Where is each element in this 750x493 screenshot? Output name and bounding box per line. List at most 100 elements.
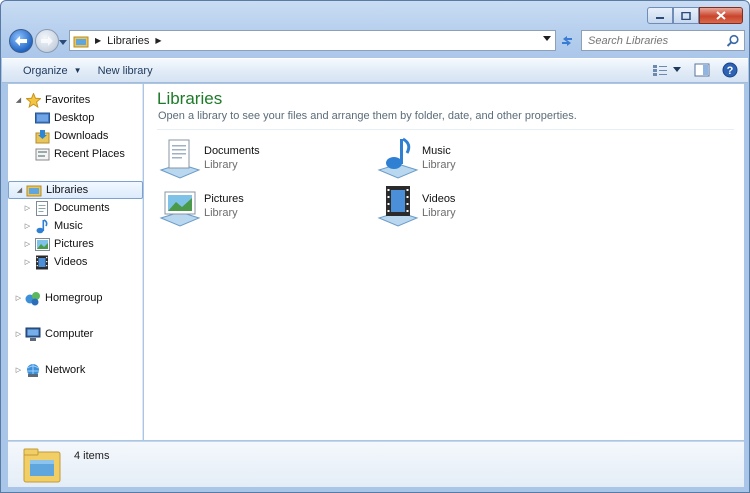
recent-pages-dropdown[interactable] xyxy=(59,37,67,49)
expanded-arrow-icon[interactable]: ◢ xyxy=(14,96,23,104)
forward-arrow-icon xyxy=(41,36,53,46)
collapsed-arrow-icon[interactable]: ▷ xyxy=(14,366,23,374)
library-item-videos[interactable]: Videos Library xyxy=(376,184,576,228)
computer-icon xyxy=(25,326,41,342)
documents-icon xyxy=(34,200,50,216)
content-pane: Libraries Open a library to see your fil… xyxy=(144,84,744,440)
library-item-music[interactable]: Music Library xyxy=(376,136,576,180)
change-view-button[interactable] xyxy=(652,63,682,77)
help-icon: ? xyxy=(722,62,738,78)
nav-music[interactable]: ▷ Music xyxy=(23,217,83,235)
library-item-documents[interactable]: Documents Library xyxy=(158,136,358,180)
nav-libraries-label: Libraries xyxy=(46,184,89,196)
view-list-icon xyxy=(653,65,667,76)
search-box[interactable] xyxy=(581,30,745,51)
address-row: ▶ Libraries ▶ xyxy=(7,27,745,55)
star-icon xyxy=(25,92,41,108)
details-pane: 4 items xyxy=(8,441,744,487)
organize-button[interactable]: Organize ▼ xyxy=(15,60,90,82)
page-subtitle: Open a library to see your files and arr… xyxy=(158,110,577,122)
nav-libraries[interactable]: ◢ Libraries xyxy=(8,181,143,199)
desktop-icon xyxy=(34,110,50,126)
library-name: Videos xyxy=(422,193,456,205)
preview-pane-button[interactable] xyxy=(694,63,710,77)
caption-buttons xyxy=(647,7,743,24)
close-button[interactable] xyxy=(699,7,743,24)
svg-text:?: ? xyxy=(727,65,734,77)
command-bar: Organize ▼ New library ? xyxy=(2,58,748,83)
nav-pictures-label: Pictures xyxy=(54,238,94,250)
new-library-button[interactable]: New library xyxy=(90,60,161,82)
breadcrumb-separator[interactable]: ▶ xyxy=(155,36,161,45)
library-name: Documents xyxy=(204,145,260,157)
help-button[interactable]: ? xyxy=(722,62,738,78)
forward-button[interactable] xyxy=(35,29,59,53)
videos-icon xyxy=(34,254,50,270)
back-button[interactable] xyxy=(9,29,33,53)
libraries-folder-icon xyxy=(73,36,89,47)
homegroup-icon xyxy=(25,290,41,306)
preview-pane-icon xyxy=(694,63,710,77)
collapsed-arrow-icon[interactable]: ▷ xyxy=(23,258,32,266)
nav-recent-places-label: Recent Places xyxy=(54,148,125,160)
address-history-chevron-icon[interactable] xyxy=(543,36,551,42)
music-icon xyxy=(34,218,50,234)
nav-favorites[interactable]: ◢ Favorites xyxy=(14,91,90,109)
item-count: 4 items xyxy=(74,450,110,462)
music-library-icon xyxy=(377,137,419,179)
nav-music-label: Music xyxy=(54,220,83,232)
library-type: Library xyxy=(204,159,238,171)
divider xyxy=(157,129,734,130)
maximize-button[interactable] xyxy=(673,7,699,24)
nav-homegroup[interactable]: ▷ Homegroup xyxy=(14,289,102,307)
refresh-button[interactable] xyxy=(557,30,577,51)
nav-downloads-label: Downloads xyxy=(54,130,109,142)
libraries-folder-icon xyxy=(23,448,61,483)
collapsed-arrow-icon[interactable]: ▷ xyxy=(23,222,32,230)
nav-recent-places[interactable]: Recent Places xyxy=(34,145,125,163)
documents-library-icon xyxy=(159,139,201,179)
nav-videos[interactable]: ▷ Videos xyxy=(23,253,87,271)
breadcrumb-separator[interactable]: ▶ xyxy=(95,36,101,45)
minimize-icon xyxy=(656,16,664,19)
library-type: Library xyxy=(422,159,456,171)
collapsed-arrow-icon[interactable]: ▷ xyxy=(23,204,32,212)
nav-homegroup-label: Homegroup xyxy=(45,292,103,304)
library-type: Library xyxy=(204,207,238,219)
search-icon[interactable] xyxy=(726,34,740,48)
view-controls: ? xyxy=(640,62,738,78)
chevron-down-icon xyxy=(59,40,67,45)
library-item-pictures[interactable]: Pictures Library xyxy=(158,184,358,228)
page-title: Libraries xyxy=(157,89,223,108)
nav-desktop-label: Desktop xyxy=(54,112,95,124)
nav-network[interactable]: ▷ Network xyxy=(14,361,85,379)
minimize-button[interactable] xyxy=(647,7,673,24)
nav-documents-label: Documents xyxy=(54,202,110,214)
collapsed-arrow-icon[interactable]: ▷ xyxy=(14,330,23,338)
pictures-library-icon xyxy=(159,191,201,227)
collapsed-arrow-icon[interactable]: ▷ xyxy=(14,294,23,302)
library-name: Pictures xyxy=(204,193,244,205)
nav-documents[interactable]: ▷ Documents xyxy=(23,199,110,217)
address-bar[interactable]: ▶ Libraries ▶ xyxy=(69,30,556,51)
nav-computer[interactable]: ▷ Computer xyxy=(14,325,93,343)
library-type: Library xyxy=(422,207,456,219)
refresh-icon xyxy=(562,35,572,46)
chevron-down-icon xyxy=(673,67,681,72)
explorer-window: ▶ Libraries ▶ Organize ▼ New library xyxy=(0,0,750,493)
recent-places-icon xyxy=(34,146,50,162)
libraries-icon xyxy=(26,182,42,198)
breadcrumb-libraries[interactable]: Libraries xyxy=(107,35,149,47)
nav-desktop[interactable]: Desktop xyxy=(34,109,94,127)
back-arrow-icon xyxy=(15,36,27,46)
nav-favorites-label: Favorites xyxy=(45,94,91,106)
organize-label: Organize xyxy=(23,64,68,77)
nav-pictures[interactable]: ▷ Pictures xyxy=(23,235,94,253)
pictures-icon xyxy=(34,236,50,252)
search-input[interactable] xyxy=(588,34,718,47)
navigation-pane: ◢ Favorites Desktop Downloads Recent Pla… xyxy=(8,84,143,440)
maximize-icon xyxy=(681,11,691,20)
expanded-arrow-icon[interactable]: ◢ xyxy=(15,186,24,194)
nav-downloads[interactable]: Downloads xyxy=(34,127,108,145)
collapsed-arrow-icon[interactable]: ▷ xyxy=(23,240,32,248)
